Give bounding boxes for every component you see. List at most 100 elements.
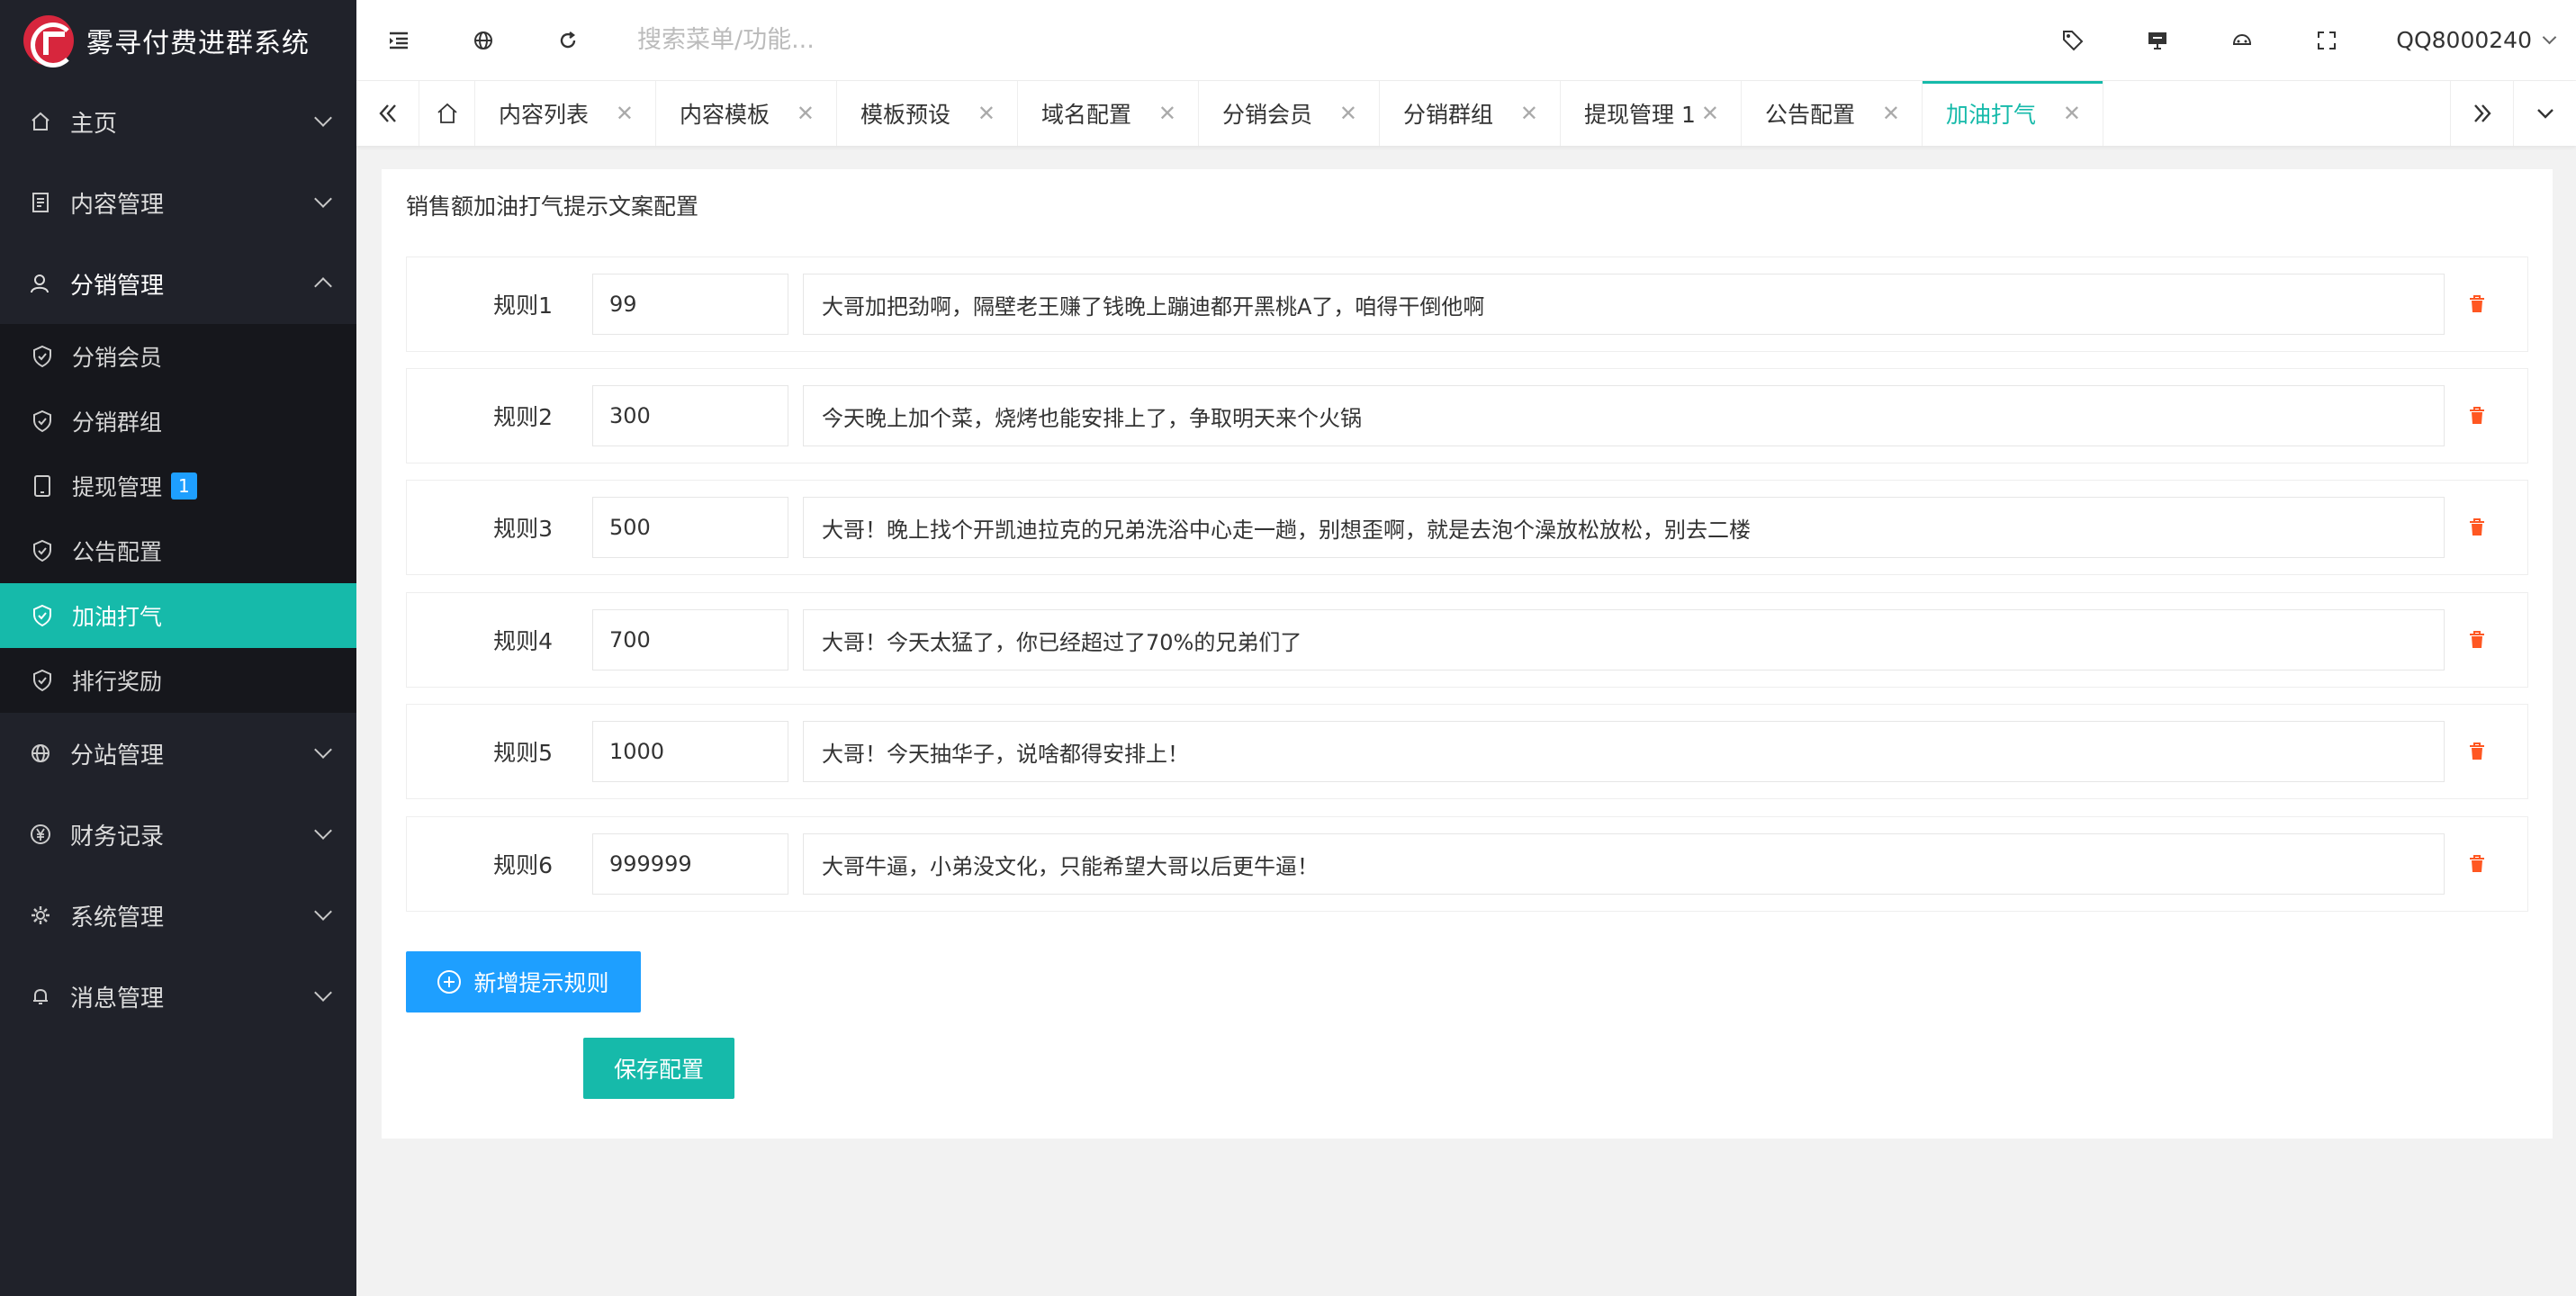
delete-rule-button[interactable]: [2464, 739, 2490, 764]
chevron-down-icon: [2536, 109, 2553, 119]
rule-amount-input[interactable]: [592, 274, 788, 335]
search-input[interactable]: [637, 26, 1177, 54]
sidebar-item-label: 分销管理: [70, 272, 165, 300]
trash-icon: [2470, 855, 2484, 872]
rule-amount-input[interactable]: [592, 385, 788, 446]
rule-amount-input[interactable]: [592, 721, 788, 782]
tab-domain-config[interactable]: 域名配置 ✕: [1018, 81, 1199, 146]
sidebar-item-label: 排行奖励: [72, 669, 163, 695]
rule-label: 规则2: [493, 404, 553, 430]
tab-label: 域名配置: [1041, 102, 1132, 128]
refresh-button[interactable]: [526, 0, 610, 81]
indent-icon: [390, 32, 408, 49]
rule-label: 规则3: [493, 516, 553, 542]
user-menu[interactable]: QQ8000240: [2369, 27, 2576, 53]
tabs-scroll-right-button[interactable]: [2450, 81, 2513, 146]
yen-icon: [29, 823, 52, 846]
rule-amount-input[interactable]: [592, 833, 788, 895]
tab-distribution-groups[interactable]: 分销群组 ✕: [1380, 81, 1561, 146]
close-icon[interactable]: ✕: [1520, 101, 1538, 126]
tag-button[interactable]: [2031, 0, 2115, 81]
tab-content-templates[interactable]: 内容模板 ✕: [656, 81, 837, 146]
tab-label: 公告配置: [1765, 102, 1856, 128]
add-rule-button[interactable]: 新增提示规则: [406, 951, 641, 1012]
rule-row: 规则2: [406, 368, 2528, 464]
website-button[interactable]: [441, 0, 526, 81]
close-icon[interactable]: ✕: [1701, 101, 1719, 126]
sidebar-item-ranking-rewards[interactable]: 排行奖励: [0, 648, 356, 713]
rule-text-input[interactable]: [803, 385, 2445, 446]
sidebar-item-distribution-groups[interactable]: 分销群组: [0, 389, 356, 454]
delete-rule-button[interactable]: [2464, 403, 2490, 428]
tabs-bar: 内容列表 ✕ 内容模板 ✕ 模板预设 ✕ 域名配置 ✕ 分销会员 ✕ 分销群组 ✕ 提现管理…: [356, 81, 2576, 146]
notes-button[interactable]: [2115, 0, 2200, 81]
sidebar-item-messages[interactable]: 消息管理: [0, 956, 356, 1037]
delete-rule-button[interactable]: [2464, 851, 2490, 877]
rule-amount-input[interactable]: [592, 497, 788, 558]
tab-cheer[interactable]: 加油打气 ✕: [1923, 81, 2103, 146]
fullscreen-button[interactable]: [2284, 0, 2369, 81]
delete-rule-button[interactable]: [2464, 292, 2490, 317]
home-icon: [437, 103, 457, 123]
rule-text-input[interactable]: [803, 609, 2445, 670]
tab-home[interactable]: [419, 81, 475, 146]
home-icon: [29, 110, 52, 133]
sidebar-item-content[interactable]: 内容管理: [0, 162, 356, 243]
menu-toggle-button[interactable]: [356, 0, 441, 81]
tab-template-presets[interactable]: 模板预设 ✕: [837, 81, 1018, 146]
theme-button[interactable]: [2200, 0, 2284, 81]
sidebar-item-label: 内容管理: [70, 191, 165, 219]
close-icon[interactable]: ✕: [797, 101, 815, 126]
close-icon[interactable]: ✕: [2063, 101, 2081, 126]
rule-text-input[interactable]: [803, 721, 2445, 782]
close-icon[interactable]: ✕: [1339, 101, 1357, 126]
tab-label: 内容模板: [680, 102, 770, 128]
tab-withdrawals[interactable]: 提现管理 1 ✕: [1561, 81, 1742, 146]
close-icon[interactable]: ✕: [1882, 101, 1900, 126]
sidebar-item-home[interactable]: 主页: [0, 81, 356, 162]
username: QQ8000240: [2396, 27, 2532, 53]
save-config-button[interactable]: 保存配置: [583, 1038, 734, 1099]
close-icon[interactable]: ✕: [616, 101, 634, 126]
tabs-dropdown-button[interactable]: [2513, 81, 2576, 146]
chevron-down-icon: [314, 984, 332, 1002]
chevron-down-icon: [314, 903, 332, 921]
trash-icon: [2470, 631, 2484, 648]
sidebar-item-distribution[interactable]: 分销管理: [0, 243, 356, 324]
rule-label: 规则6: [493, 852, 553, 878]
sidebar-item-label: 加油打气: [72, 604, 163, 630]
shield-check-icon: [31, 604, 54, 627]
top-header: QQ8000240: [356, 0, 2576, 81]
delete-rule-button[interactable]: [2464, 515, 2490, 540]
sidebar-item-substations[interactable]: 分站管理: [0, 713, 356, 794]
delete-rule-button[interactable]: [2464, 627, 2490, 652]
sidebar-item-distribution-members[interactable]: 分销会员: [0, 324, 356, 389]
tabs-scroll-left-button[interactable]: [356, 81, 419, 146]
sidebar-item-cheer[interactable]: 加油打气: [0, 583, 356, 648]
sidebar-item-system[interactable]: 系统管理: [0, 875, 356, 956]
rule-text-input[interactable]: [803, 497, 2445, 558]
close-icon[interactable]: ✕: [977, 101, 995, 126]
double-chevron-left-icon: [378, 104, 396, 122]
rule-text-input[interactable]: [803, 274, 2445, 335]
logo[interactable]: 雾寻付费进群系统: [0, 0, 356, 81]
sidebar-item-announcements[interactable]: 公告配置: [0, 518, 356, 583]
close-icon[interactable]: ✕: [1158, 101, 1176, 126]
sidebar-item-withdrawals[interactable]: 提现管理 1: [0, 454, 356, 518]
rule-row: 规则1: [406, 256, 2528, 352]
tab-label: 加油打气: [1946, 102, 2037, 128]
tab-label: 内容列表: [499, 102, 590, 128]
chevron-down-icon: [314, 741, 332, 759]
sidebar-item-finance[interactable]: 财务记录: [0, 794, 356, 875]
chevron-down-icon: [314, 109, 332, 127]
document-icon: [29, 191, 52, 214]
tab-content-list[interactable]: 内容列表 ✕: [475, 81, 656, 146]
sidebar-item-label: 分销会员: [72, 345, 163, 371]
tab-distribution-members[interactable]: 分销会员 ✕: [1199, 81, 1380, 146]
rule-amount-input[interactable]: [592, 609, 788, 670]
shield-check-icon: [31, 669, 54, 692]
rule-text-input[interactable]: [803, 833, 2445, 895]
tab-announcements[interactable]: 公告配置 ✕: [1742, 81, 1923, 146]
trash-icon: [2470, 742, 2484, 760]
sidebar-item-label: 主页: [70, 110, 118, 138]
